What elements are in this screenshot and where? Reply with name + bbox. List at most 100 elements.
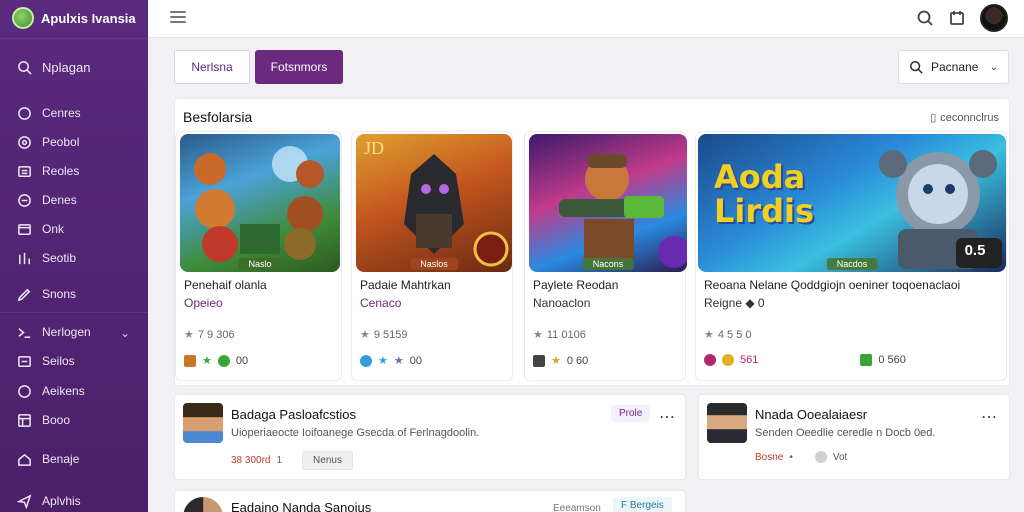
game-card[interactable]: Aoda Lirdis 0.5 Nacdos Reoana Nelane Qod…	[695, 131, 1007, 381]
rating-value: 4 5 5 0	[717, 328, 752, 341]
gem-icon	[360, 354, 372, 367]
tab-nerlsna[interactable]: Nerlsna	[174, 50, 250, 84]
sidebar-item-onk[interactable]: Onk	[16, 221, 64, 237]
more-options-icon[interactable]: ⋯	[659, 407, 676, 427]
sidebar-item-label: Nerlogen	[42, 325, 91, 339]
list-item[interactable]: Nnada Ooealaiaesr Senden Oeedlie ceredle…	[698, 394, 1010, 480]
view-all-link[interactable]: ▯ ceconnclrus	[930, 111, 999, 125]
sidebar-search[interactable]: Nplagan	[16, 59, 90, 75]
star-icon: ★	[533, 329, 543, 341]
group-icon	[16, 324, 32, 340]
game-name: Padaie Mahtrkan	[360, 278, 451, 292]
more-options-icon[interactable]: ⋯	[981, 407, 998, 427]
list-item[interactable]: Badaga Pasloafcstios Uioperiaeocte Ioifo…	[174, 394, 686, 480]
game-stats: ★ 0 60	[533, 354, 588, 367]
sidebar-item-seotib[interactable]: Seotib	[16, 250, 76, 266]
menu-icon[interactable]	[170, 11, 186, 25]
gem-icon	[704, 354, 716, 366]
chart-icon	[16, 250, 32, 266]
grid-icon	[16, 412, 32, 428]
game-name: Paylete Reodan	[533, 278, 619, 292]
status-badge: Eeeamson	[545, 500, 609, 512]
game-badge: Naslos	[410, 258, 458, 270]
status-badge: F Bergeis	[613, 497, 672, 512]
game-stats: ★ 00	[184, 354, 248, 367]
star-icon: ★	[551, 355, 561, 367]
post-tag[interactable]: Nenus	[302, 451, 353, 470]
view-all-label: ceconnclrus	[940, 111, 999, 124]
game-badge: Naslo	[238, 258, 282, 270]
star-icon: ★	[184, 329, 194, 341]
game-card[interactable]: JD Naslos Padaie Mahtrkan Cenaco ★ 9 515…	[351, 131, 513, 381]
post-meta-count: 1	[276, 455, 283, 466]
sidebar-item-label: Snons	[42, 287, 77, 301]
sidebar-item-nerlogen[interactable]: Nerlogen	[16, 324, 91, 340]
sidebar-item-benaje[interactable]: Benaje	[16, 451, 79, 467]
star-icon: ★	[202, 355, 212, 367]
chevron-down-icon[interactable]: ⌄	[120, 326, 130, 340]
home-icon	[16, 451, 32, 467]
tab-fotsnmors[interactable]: Fotsnmors	[255, 50, 343, 84]
post-title: Nnada Ooealaiaesr	[755, 407, 868, 422]
status-badge: Prole	[611, 405, 651, 422]
sidebar-item-booo[interactable]: Booo	[16, 412, 70, 428]
sidebar-item-cenres[interactable]: Cenres	[16, 105, 81, 121]
sidebar-item-denes[interactable]: Denes	[16, 192, 77, 208]
game-stats: 561 0 560	[704, 354, 906, 366]
separator: •	[789, 451, 793, 463]
doc-icon: ▯	[930, 112, 937, 124]
brand[interactable]: Apulxis Ivansia	[12, 6, 136, 30]
game-badge: Nacdos	[826, 258, 878, 270]
star-icon: ★	[360, 329, 370, 341]
game-card[interactable]: Nacons Paylete Reodan Nanoaclon ★ 11 010…	[524, 131, 687, 381]
post-tag[interactable]: Vot	[833, 452, 847, 463]
sidebar-item-label: Seilos	[42, 354, 75, 368]
sidebar-item-aeikens[interactable]: Aeikens	[16, 383, 85, 399]
sidebar-item-peobol[interactable]: Peobol	[16, 134, 79, 150]
game-publisher: Opeieo	[184, 296, 223, 310]
sort-label: Pacnane	[931, 60, 979, 74]
avatar	[183, 497, 223, 512]
avatar	[707, 403, 747, 443]
game-art	[559, 154, 687, 268]
game-timer: 0.5	[964, 242, 986, 259]
post-description: Uioperiaeocte Ioifoanege Gsecda of Ferln…	[231, 427, 480, 439]
calendar-icon	[16, 192, 32, 208]
sidebar-item-label: Aplvhis	[42, 494, 81, 508]
sidebar-item-label: Onk	[42, 222, 65, 236]
brand-logo	[12, 7, 34, 29]
camera-icon	[533, 354, 545, 367]
paper-plane-icon	[16, 493, 32, 509]
sidebar: Apulxis Ivansia Nplagan Cenres Peobol Re…	[0, 0, 148, 512]
sort-dropdown[interactable]: Pacnane ⌄	[898, 50, 1009, 84]
game-logo-text: Aoda Lirdis	[714, 158, 815, 230]
coin-icon	[184, 354, 196, 367]
topbar	[148, 0, 1024, 38]
search-icon[interactable]	[916, 9, 934, 27]
featured-section: Besfolarsia ▯ ceconnclrus Naslo Penehaif…	[174, 98, 1010, 386]
post-meta-value: Bosne	[755, 451, 784, 463]
sidebar-item-snons[interactable]: Snons	[16, 286, 76, 302]
game-publisher: Nanoaclon	[533, 296, 591, 310]
app-title: Apulxis Ivansia	[41, 10, 136, 26]
coin-icon	[722, 354, 734, 366]
sidebar-search-label: Nplagan	[42, 59, 91, 75]
game-stats: ★ ★ 00	[360, 354, 422, 367]
star-icon: ★	[378, 355, 388, 367]
sidebar-divider	[0, 312, 148, 313]
sidebar-item-seilos[interactable]: Seilos	[16, 353, 75, 369]
rating-value: 9 5159	[373, 328, 408, 341]
gem-icon	[217, 354, 230, 367]
notifications-icon[interactable]	[948, 9, 966, 27]
sidebar-item-aplvhis[interactable]: Aplvhis	[16, 493, 81, 509]
circle-icon	[16, 105, 32, 121]
game-rating: ★ 4 5 5 0	[704, 328, 752, 342]
post-title: Badaga Pasloafcstios	[231, 407, 357, 422]
sidebar-item-reoles[interactable]: Reoles	[16, 163, 79, 179]
rating-value: 11 0106	[546, 328, 586, 341]
avatar	[183, 403, 223, 443]
game-card[interactable]: Naslo Penehaif olanla Opeieo ★ 7 9 306 ★…	[175, 131, 342, 381]
list-item[interactable]: Eadaino Nanda Sanoius Eeeamson F Bergeis	[174, 490, 686, 512]
user-avatar[interactable]	[980, 4, 1008, 32]
game-rating: ★ 7 9 306	[184, 328, 235, 342]
